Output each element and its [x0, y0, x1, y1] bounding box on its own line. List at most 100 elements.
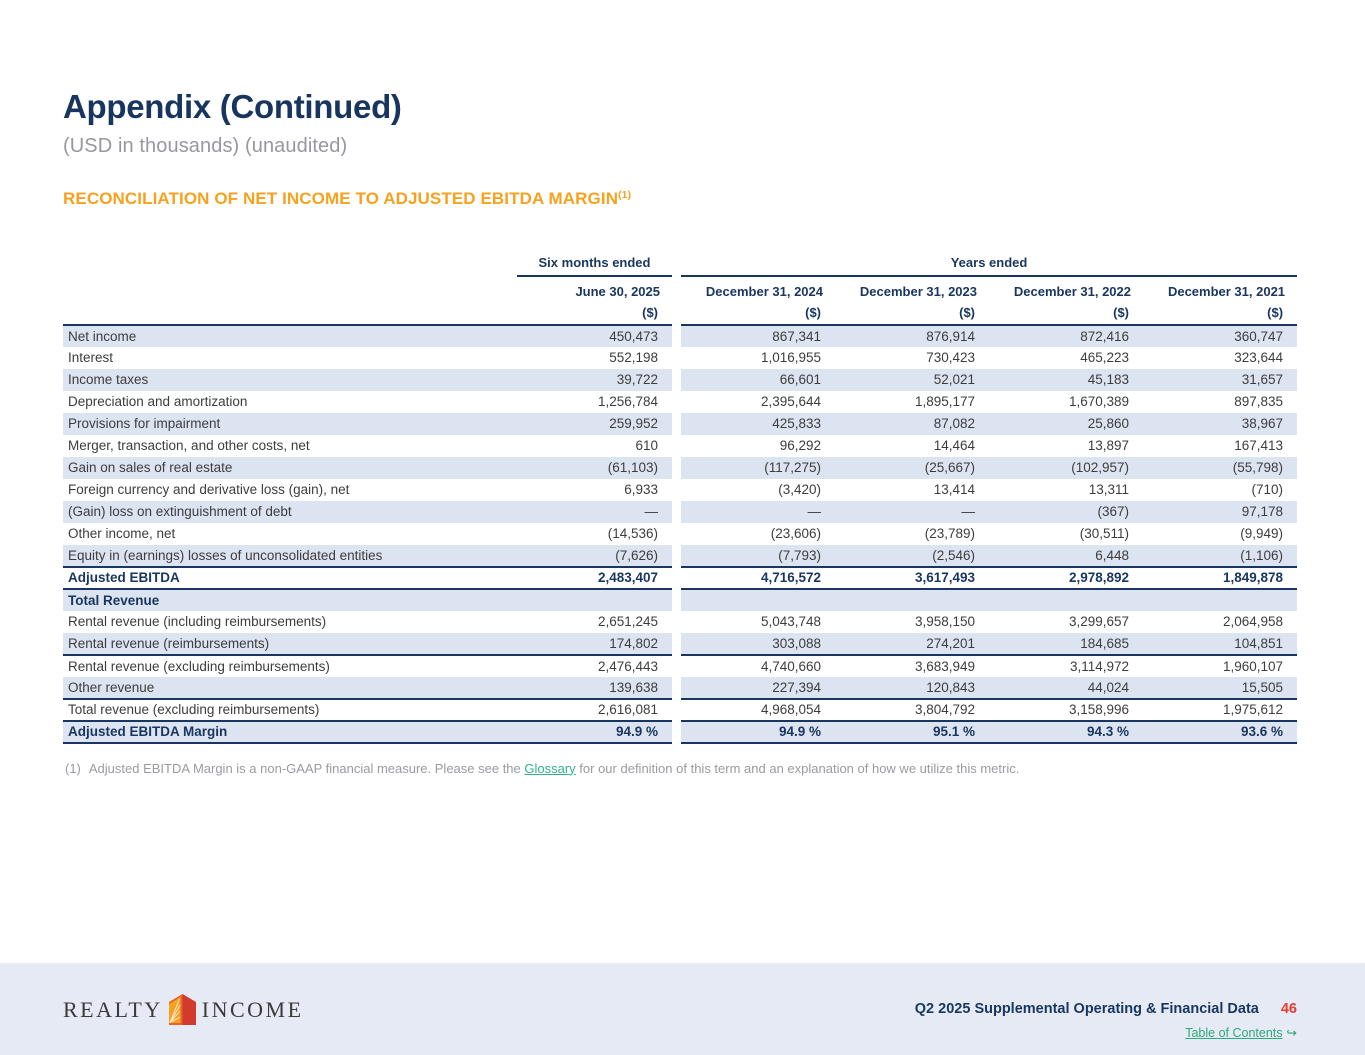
page-title: Appendix (Continued) [63, 88, 402, 125]
cell-value: (55,798) [1143, 456, 1298, 479]
cell-value: 2,483,407 [517, 566, 672, 590]
column-header: December 31, 2023 [859, 283, 977, 299]
unit-header: ($) [681, 300, 835, 326]
table-row: (Gain) loss on extinguishment of debt — — —… [63, 500, 1298, 523]
cell-value: 3,158,996 [989, 698, 1143, 722]
column-gap [672, 434, 681, 457]
cell-value: 2,064,958 [1222, 614, 1284, 630]
unit-row: ($) ($) ($) ($) ($) [63, 300, 1298, 326]
cell-value: 15,505 [1143, 676, 1298, 700]
footnote-reference: (1) [618, 188, 632, 201]
cell-value: 4,716,572 [681, 566, 835, 590]
column-gap [672, 324, 681, 347]
house-icon [168, 994, 196, 1025]
row-label: Interest [68, 350, 114, 366]
cell-value: 2,651,245 [597, 614, 658, 630]
table-row: Provisions for impairment 259,952 425,833 8… [63, 412, 1298, 435]
cell-value: (30,511) [1079, 526, 1129, 542]
cell-value: 450,473 [517, 324, 672, 347]
cell-value: (9,949) [1240, 526, 1284, 542]
cell-value: 897,835 [1234, 394, 1284, 410]
unit-header: ($) [517, 300, 672, 326]
cell-value [681, 588, 835, 611]
column-gap [672, 588, 681, 611]
table-row: Other income, net (14,536) (23,606) (23,789… [63, 522, 1297, 545]
cell-value: 552,198 [609, 350, 658, 366]
row-label: Other revenue [63, 676, 517, 700]
column-gap [672, 275, 681, 301]
row-label: (Gain) loss on extinguishment of debt [63, 500, 517, 523]
cell-value: (710) [1251, 482, 1284, 498]
footer-right: Q2 2025 Supplemental Operating & Financi… [915, 1001, 1297, 1040]
row-label: Rental revenue (reimbursements) [63, 632, 517, 656]
cell-value: 184,685 [989, 632, 1143, 656]
cell-value: 66,601 [681, 368, 835, 391]
column-header: December 31, 2022 [1013, 283, 1131, 299]
cell-value: 94.9 % [681, 720, 835, 744]
cell-value: 104,851 [1143, 632, 1298, 656]
cell-value: 39,722 [517, 368, 672, 391]
cell-value: 259,952 [517, 412, 672, 435]
table-row: Adjusted EBITDA 2,483,407 4,716,572 3,617,4… [63, 566, 1298, 590]
cell-value: 274,201 [835, 632, 989, 656]
cell-value: 4,740,660 [760, 658, 821, 674]
cell-value: 610 [635, 438, 658, 454]
cell-value: 174,802 [517, 632, 672, 656]
column-gap [672, 522, 681, 545]
cell-value: 2,616,081 [517, 698, 672, 722]
toc-line: Table of Contents ↪ [915, 1025, 1297, 1040]
table-row: Net income 450,473 867,341 876,914 872,416 36… [63, 324, 1298, 347]
cell-value: 1,256,784 [597, 394, 658, 410]
cell-value: 3,958,150 [914, 614, 975, 630]
row-label: Provisions for impairment [63, 412, 517, 435]
cell-value: 5,043,748 [760, 614, 821, 630]
table-row: Foreign currency and derivative loss (ga… [63, 478, 1297, 501]
cell-value: 97,178 [1143, 500, 1298, 523]
cell-value: (14,536) [607, 526, 658, 542]
cell-value: (23,606) [770, 526, 821, 542]
column-gap [672, 300, 681, 325]
page-number: 46 [1280, 1001, 1297, 1017]
table-row: Rental revenue (including reimbursements… [63, 610, 1297, 633]
row-label: Other income, net [68, 526, 176, 542]
footnote: (1) Adjusted EBITDA Margin is a non-GAAP … [63, 761, 1302, 776]
cell-value: 94.9 % [517, 720, 672, 744]
logo-word-income: INCOME [201, 996, 304, 1022]
cell-value: 425,833 [681, 412, 835, 435]
table-row: Other revenue 139,638 227,394 120,843 44,024… [63, 676, 1298, 700]
cell-value: — [681, 500, 835, 523]
table-row: Rental revenue (excluding reimbursements… [63, 654, 1297, 677]
cell-value: 1,960,107 [1222, 658, 1284, 674]
cell-value: 87,082 [835, 412, 989, 435]
cell-value: 3,299,657 [1068, 614, 1129, 630]
footnote-text-before: Adjusted EBITDA Margin is a non-GAAP fin… [88, 760, 525, 776]
group-header-row: Six months ended Years ended [63, 254, 1298, 277]
column-gap [672, 544, 681, 567]
table-row: Merger, transaction, and other costs, ne… [63, 434, 1297, 457]
table-row: Rental revenue (reimbursements) 174,802 30… [63, 632, 1298, 656]
table-row: Equity in (earnings) losses of unconsoli… [63, 544, 1298, 568]
cell-value: 3,617,493 [835, 566, 989, 590]
table-row: Income taxes 39,722 66,601 52,021 45,183 31,6… [63, 368, 1298, 391]
unit-header: ($) [989, 300, 1143, 326]
table-row: Interest 552,198 1,016,955 730,423 465,223 32… [63, 346, 1297, 369]
cell-value: (367) [989, 500, 1143, 523]
glossary-link[interactable]: Glossary [524, 761, 575, 776]
cell-value: 94.3 % [989, 720, 1143, 744]
doc-title-line: Q2 2025 Supplemental Operating & Financi… [915, 1001, 1297, 1017]
footnote-marker: (1) [65, 760, 81, 776]
cell-value: 38,967 [1143, 412, 1298, 435]
cell-value: 1,895,177 [914, 394, 975, 410]
doc-title: Q2 2025 Supplemental Operating & Financi… [914, 1001, 1259, 1017]
cell-value: 6,933 [624, 482, 658, 498]
row-label: Depreciation and amortization [68, 394, 248, 410]
column-gap [672, 390, 681, 413]
cell-value: 465,223 [1080, 350, 1129, 366]
cell-value: 120,843 [835, 676, 989, 700]
cell-value: (1,106) [1143, 544, 1298, 568]
cell-value: 867,341 [681, 324, 835, 347]
cell-value: (102,957) [989, 456, 1143, 479]
table-of-contents-link[interactable]: Table of Contents [1185, 1026, 1282, 1040]
group-header-six-months: Six months ended [517, 254, 672, 277]
column-gap [672, 632, 681, 655]
